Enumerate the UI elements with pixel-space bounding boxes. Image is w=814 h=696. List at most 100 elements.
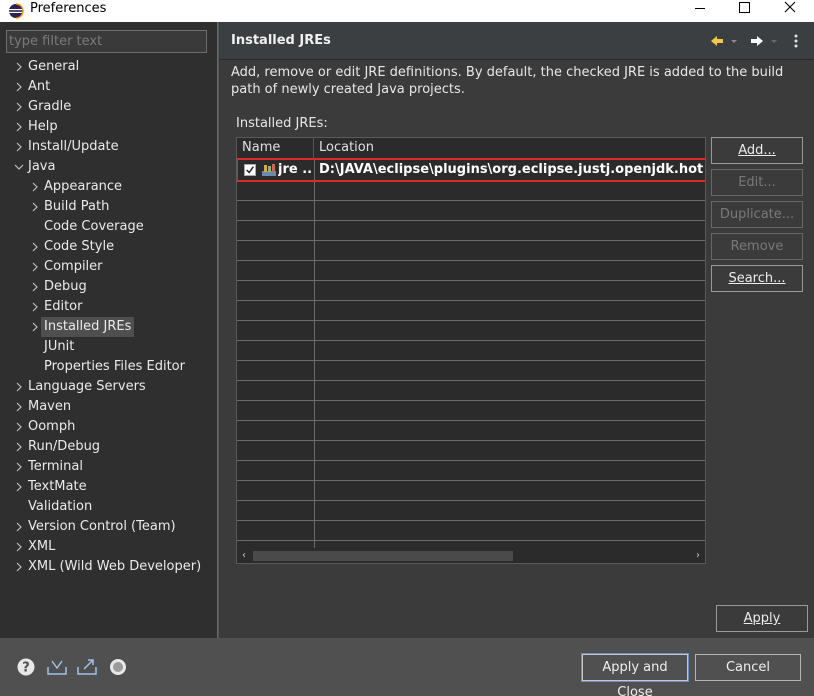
- tree-item-label: Validation: [28, 499, 93, 514]
- tree-item-label: XML: [28, 539, 56, 554]
- page-title: Installed JREs: [231, 33, 331, 48]
- scroll-right-icon[interactable]: ›: [693, 550, 703, 562]
- search-button-label: Search...: [728, 271, 786, 286]
- svg-text:?: ?: [22, 661, 30, 676]
- chevron-right-icon[interactable]: [12, 77, 26, 97]
- oomph-record-icon[interactable]: [108, 657, 128, 677]
- tree-item-label: Terminal: [28, 459, 83, 474]
- forward-arrow-icon[interactable]: [749, 33, 765, 49]
- row-separator: [237, 300, 705, 301]
- scroll-left-icon[interactable]: ‹: [239, 550, 249, 562]
- preferences-tree-panel: type filter text General Ant Gradle Help Ins…: [0, 22, 218, 638]
- column-header-name[interactable]: Name: [237, 138, 314, 158]
- row-separator: [237, 540, 705, 541]
- import-icon[interactable]: [46, 657, 68, 677]
- chevron-right-icon[interactable]: [28, 257, 42, 277]
- chevron-right-icon[interactable]: [12, 137, 26, 157]
- tree-item-label: Java: [28, 159, 56, 174]
- tree-item-label: Help: [28, 119, 58, 134]
- apply-and-close-button[interactable]: Apply and Close: [581, 653, 689, 696]
- tree-item-label: XML (Wild Web Developer): [28, 559, 202, 574]
- view-menu-icon[interactable]: [789, 33, 803, 49]
- chevron-right-icon[interactable]: [12, 57, 26, 77]
- tree-item-label: Properties Files Editor: [44, 359, 185, 374]
- row-separator: [237, 280, 705, 281]
- tree-item-label: Language Servers: [28, 379, 146, 394]
- maximize-icon[interactable]: [727, 0, 761, 16]
- tree-item-label: TextMate: [28, 479, 87, 494]
- tree-item-label: Gradle: [28, 99, 72, 114]
- page-description: Add, remove or edit JRE definitions. By …: [231, 65, 784, 97]
- remove-button[interactable]: Remove: [711, 233, 803, 260]
- page-panel: Installed JREs Add, remove or edit JRE d…: [219, 22, 814, 638]
- row-separator: [237, 340, 705, 341]
- forward-dropdown-icon[interactable]: [769, 33, 779, 49]
- column-header-location[interactable]: Location: [314, 138, 705, 158]
- back-arrow-icon[interactable]: [709, 33, 725, 49]
- chevron-right-icon[interactable]: [12, 457, 26, 477]
- chevron-right-icon[interactable]: [28, 297, 42, 317]
- tree-item-label: Appearance: [44, 179, 123, 194]
- export-icon[interactable]: [76, 657, 98, 677]
- chevron-right-icon[interactable]: [12, 377, 26, 397]
- scrollbar-thumb[interactable]: [253, 551, 513, 561]
- preferences-tree: General Ant Gradle Help Install/Update Java Ap…: [6, 56, 207, 632]
- tree-item-label: Installed JREs: [41, 317, 135, 337]
- back-dropdown-icon[interactable]: [729, 33, 739, 49]
- tree-item-label: Compiler: [44, 259, 103, 274]
- row-separator: [237, 500, 705, 501]
- chevron-right-icon[interactable]: [12, 517, 26, 537]
- chevron-right-icon[interactable]: [12, 537, 26, 557]
- tree-item-label: Install/Update: [28, 139, 119, 154]
- chevron-right-icon[interactable]: [12, 97, 26, 117]
- chevron-right-icon[interactable]: [12, 417, 26, 437]
- tree-item-label: Debug: [44, 279, 87, 294]
- row-separator: [237, 520, 705, 521]
- cancel-button[interactable]: Cancel: [695, 654, 801, 681]
- tree-item-label: General: [28, 59, 80, 74]
- row-separator: [237, 440, 705, 441]
- title-bar: Preferences: [0, 0, 814, 22]
- tree-item-label: Ant: [28, 79, 51, 94]
- edit-button[interactable]: Edit...: [711, 169, 803, 196]
- chevron-right-icon[interactable]: [28, 177, 42, 197]
- duplicate-button[interactable]: Duplicate...: [711, 201, 803, 228]
- tree-item-label: Maven: [28, 399, 72, 414]
- window-title: Preferences: [30, 1, 107, 16]
- row-separator: [237, 380, 705, 381]
- tree-item-label: JUnit: [44, 339, 75, 354]
- chevron-right-icon[interactable]: [12, 437, 26, 457]
- row-separator: [237, 200, 705, 201]
- chevron-right-icon[interactable]: [12, 477, 26, 497]
- row-separator: [237, 260, 705, 261]
- close-icon[interactable]: [773, 0, 807, 16]
- jre-table[interactable]: Name Location jre ... D:\JAVA\eclipse\pl…: [236, 137, 706, 564]
- help-icon[interactable]: ?: [16, 657, 36, 677]
- selection-highlight-box: [237, 158, 705, 182]
- horizontal-scrollbar[interactable]: ‹ ›: [237, 548, 705, 563]
- chevron-right-icon[interactable]: [12, 117, 26, 137]
- chevron-right-icon[interactable]: [28, 197, 42, 217]
- eclipse-icon: [9, 3, 24, 19]
- apply-button[interactable]: Apply: [716, 605, 808, 632]
- filter-input[interactable]: type filter text: [6, 30, 207, 53]
- installed-jres-label: Installed JREs:: [236, 116, 328, 131]
- row-separator: [237, 240, 705, 241]
- page-content: Add, remove or edit JRE definitions. By …: [219, 60, 814, 638]
- chevron-right-icon[interactable]: [28, 317, 42, 337]
- minimize-icon[interactable]: [683, 0, 717, 16]
- column-divider: [314, 158, 315, 548]
- row-separator: [237, 460, 705, 461]
- add-button[interactable]: Add...: [711, 137, 803, 164]
- tree-item-label: Build Path: [44, 199, 110, 214]
- chevron-right-icon[interactable]: [28, 237, 42, 257]
- page-header: Installed JREs: [219, 22, 814, 60]
- row-separator: [237, 420, 705, 421]
- chevron-down-icon[interactable]: [12, 157, 26, 177]
- chevron-right-icon[interactable]: [12, 557, 26, 577]
- chevron-right-icon[interactable]: [28, 277, 42, 297]
- chevron-right-icon[interactable]: [12, 397, 26, 417]
- dialog-footer: ? Apply and Close Cancel: [0, 638, 814, 696]
- search-button[interactable]: Search...: [711, 265, 803, 292]
- row-separator: [237, 220, 705, 221]
